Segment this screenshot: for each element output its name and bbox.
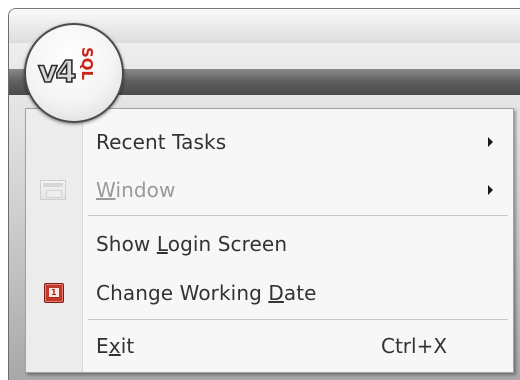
menu-item-window: Window (26, 167, 513, 213)
menu-item-label: Change Working Date (96, 281, 317, 305)
menu-item-show-login-screen[interactable]: Show Login Screen (26, 221, 513, 267)
application-menu: Recent Tasks Window Show Login Screen 1 … (25, 108, 514, 373)
menu-item-change-working-date[interactable]: 1 Change Working Date (26, 270, 513, 316)
menu-separator (88, 319, 508, 320)
calendar-icon: 1 (44, 283, 64, 303)
menu-item-recent-tasks[interactable]: Recent Tasks (26, 119, 513, 165)
menu-separator (88, 215, 508, 216)
app-logo-button[interactable]: v4 SQL (24, 23, 124, 123)
logo-sql-text: SQL (78, 47, 96, 81)
logo-text: v4 (37, 54, 77, 91)
menu-item-exit[interactable]: Exit Ctrl+X (26, 323, 513, 369)
shortcut-label: Ctrl+X (381, 334, 448, 358)
menu-item-label: Window (96, 178, 176, 202)
window-icon (40, 180, 66, 200)
menu-item-label: Show Login Screen (96, 232, 288, 256)
menu-item-label: Recent Tasks (96, 130, 227, 154)
submenu-arrow-icon (488, 185, 493, 195)
submenu-arrow-icon (488, 137, 493, 147)
menu-item-label: Exit (96, 334, 135, 358)
